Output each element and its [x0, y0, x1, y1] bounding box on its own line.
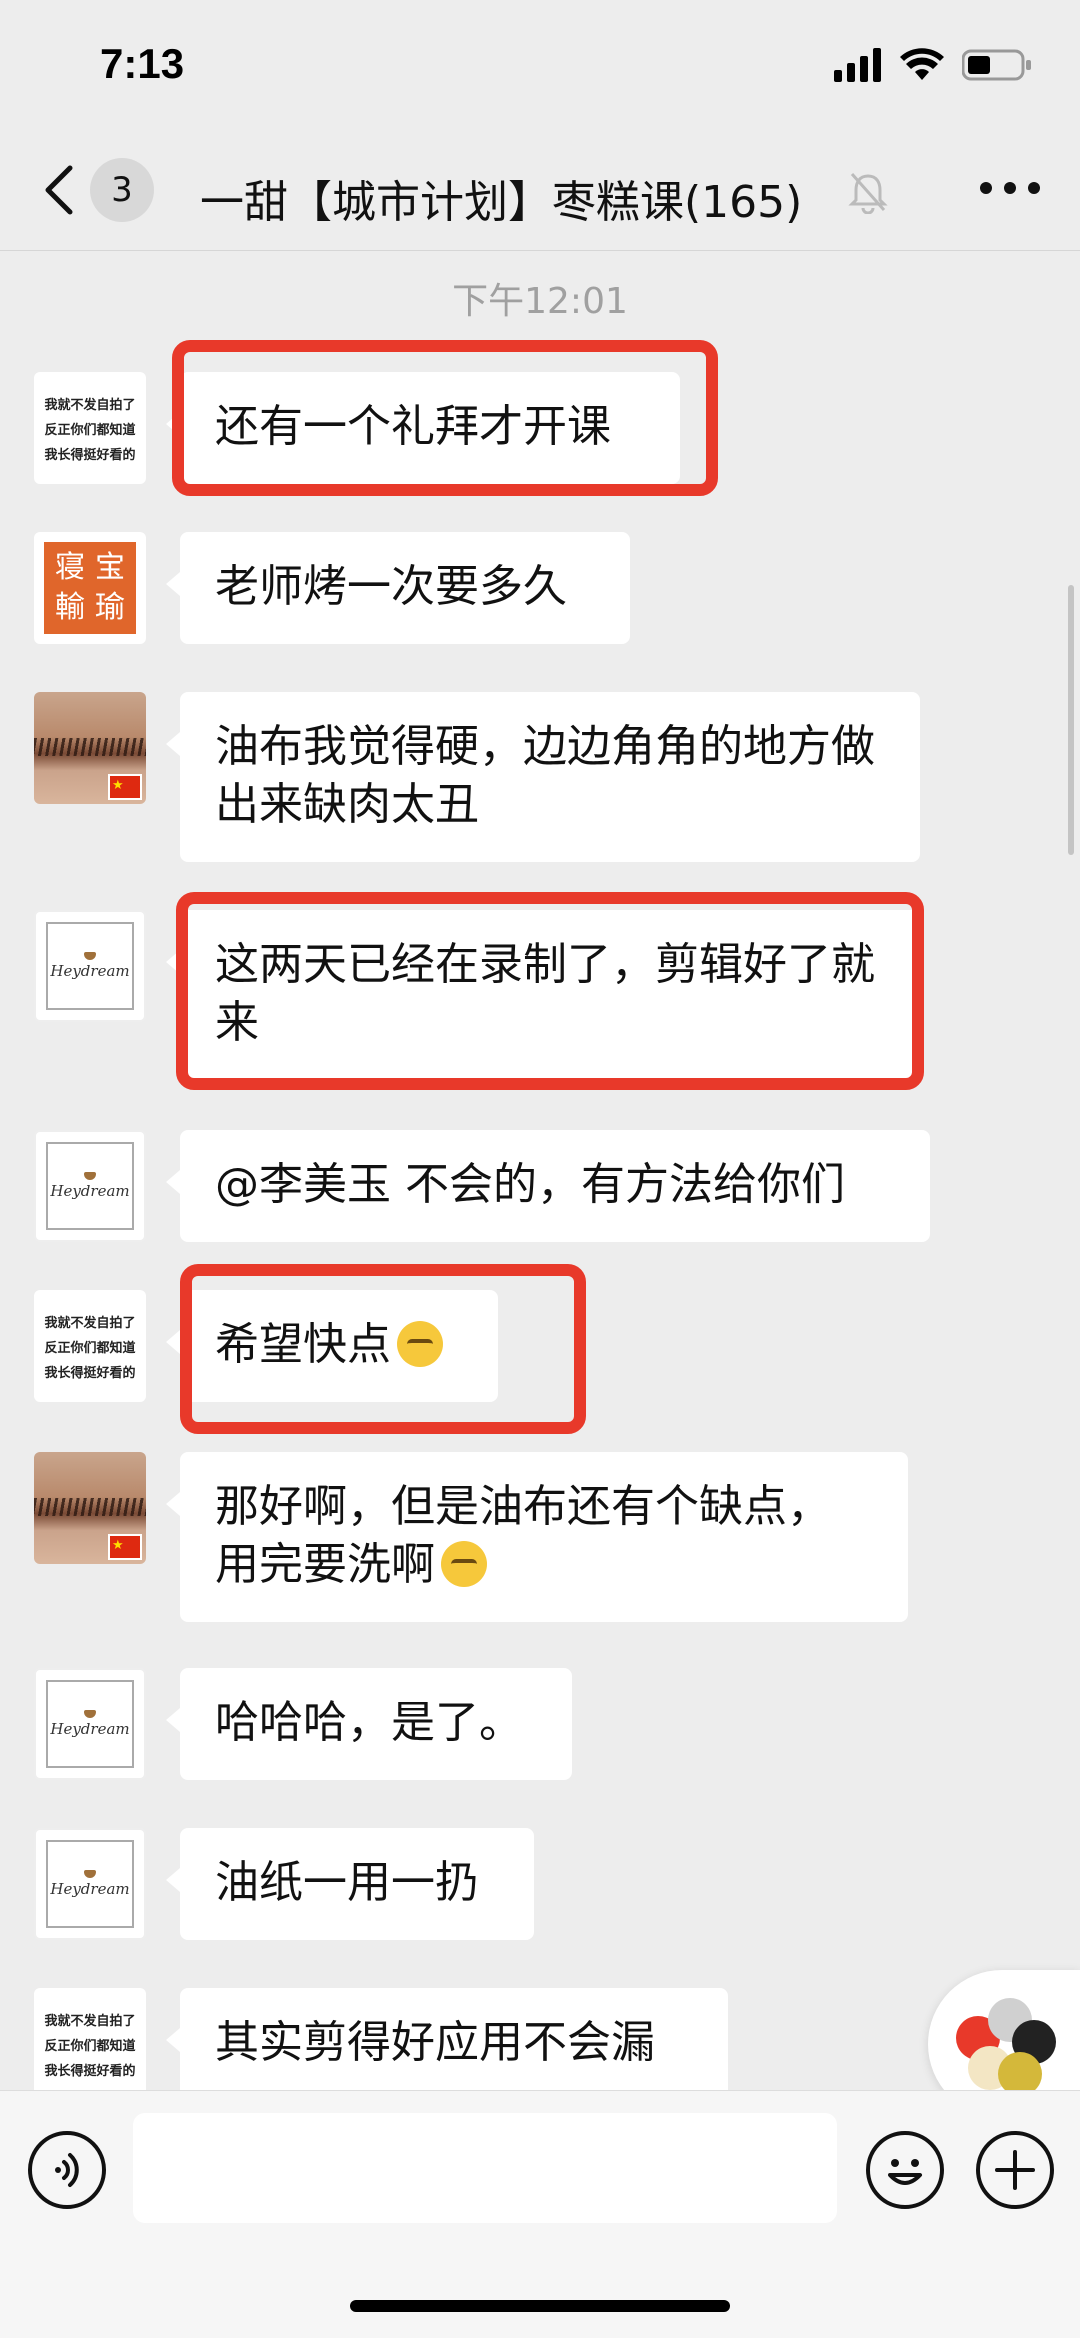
home-indicator[interactable] [350, 2300, 730, 2312]
message-bubble[interactable]: @李美玉 不会的，有方法给你们 [166, 1130, 930, 1242]
status-icons [834, 48, 1032, 82]
highlight-box [180, 1264, 586, 1434]
chat-title[interactable]: 一甜【城市计划】枣糕课(165) [200, 166, 802, 230]
status-time: 7:13 [100, 40, 185, 87]
emoji-icon [888, 2159, 922, 2185]
message-bubble[interactable]: 老师烤一次要多久 [166, 532, 630, 644]
message-bubble[interactable]: 其实剪得好应用不会漏 [166, 1988, 728, 2100]
avatar[interactable]: Heydream [34, 910, 146, 1022]
chat-header: 3 一甜【城市计划】枣糕课(165) [0, 130, 1080, 251]
back-button[interactable] [40, 160, 90, 220]
scrollbar[interactable] [1068, 585, 1074, 855]
avatar[interactable]: 寝 宝 輸 瑜 [34, 532, 146, 644]
status-bar: 7:13 [0, 0, 1080, 130]
china-flag-icon: ★ [108, 1534, 142, 1560]
message-timestamp: 下午12:01 [452, 281, 628, 322]
emoji-button[interactable] [866, 2131, 944, 2209]
avatar[interactable]: 我就不发自拍了 反正你们都知道 我长得挺好看的 [34, 372, 146, 484]
avatar[interactable]: Heydream [34, 1668, 146, 1780]
message-bubble[interactable]: 油布我觉得硬，边边角角的地方做出来缺肉太丑 [166, 692, 920, 862]
mute-bell-icon [848, 173, 888, 214]
avatar[interactable]: 我就不发自拍了 反正你们都知道 我长得挺好看的 [34, 1290, 146, 1402]
avatar[interactable]: Heydream [34, 1828, 146, 1940]
thinking-emoji-icon [441, 1541, 487, 1587]
back-chevron-icon [45, 165, 73, 215]
highlight-box [176, 892, 924, 1090]
cellular-signal-icon [834, 48, 881, 82]
avatar[interactable]: ★ [34, 692, 146, 804]
message-bubble[interactable]: 哈哈哈，是了。 [166, 1668, 572, 1780]
message-input[interactable] [133, 2113, 837, 2223]
message-bubble[interactable]: 那好啊，但是油布还有个缺点，用完要洗啊 [166, 1452, 908, 1622]
wifi-icon [900, 48, 944, 80]
message-bubble[interactable]: 油纸一用一扔 [166, 1828, 534, 1940]
avatar[interactable]: ★ [34, 1452, 146, 1564]
avatar[interactable]: Heydream [34, 1130, 146, 1242]
seal-image: 寝 宝 輸 瑜 [44, 542, 136, 634]
more-icon [980, 182, 992, 194]
plus-button[interactable] [976, 2131, 1054, 2209]
unread-count-badge[interactable]: 3 [90, 158, 154, 222]
plus-icon [995, 2150, 1035, 2190]
battery-icon [962, 49, 1031, 81]
voice-icon [55, 2153, 79, 2187]
more-button[interactable] [980, 182, 1040, 194]
avatar[interactable]: 我就不发自拍了 反正你们都知道 我长得挺好看的 [34, 1988, 146, 2100]
voice-button[interactable] [28, 2131, 106, 2209]
china-flag-icon: ★ [108, 774, 142, 800]
highlight-box [172, 340, 718, 496]
